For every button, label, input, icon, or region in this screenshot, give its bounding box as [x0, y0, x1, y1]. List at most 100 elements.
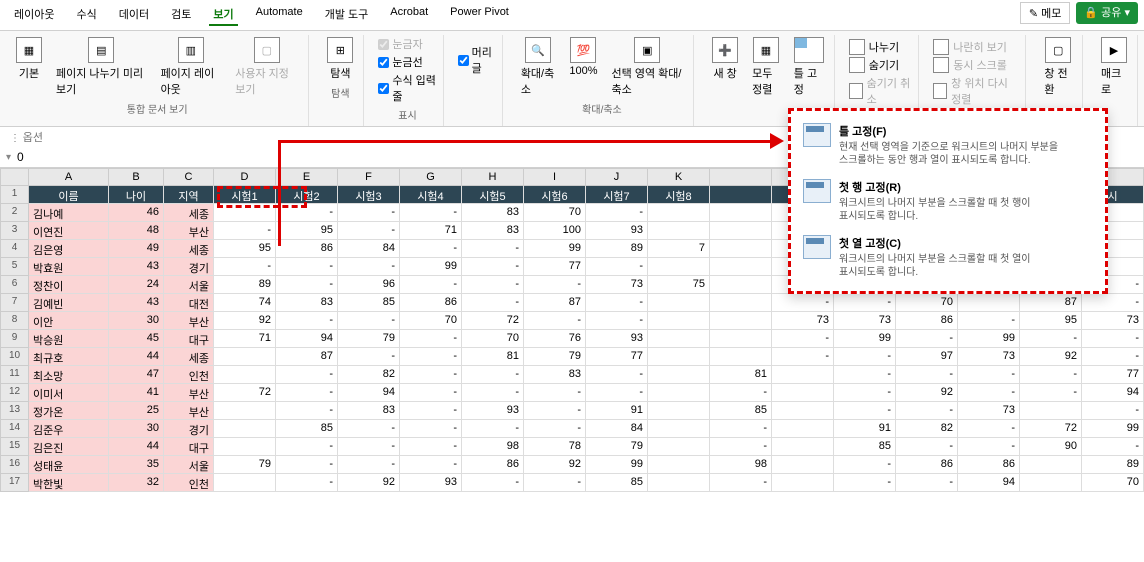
normal-view-button[interactable]: ▦기본	[12, 35, 46, 83]
table-cell[interactable]: -	[524, 384, 586, 402]
table-cell[interactable]: 박승원	[29, 330, 109, 348]
table-cell[interactable]: -	[896, 402, 958, 420]
table-cell[interactable]: -	[772, 348, 834, 366]
table-cell[interactable]: -	[462, 258, 524, 276]
table-cell[interactable]: -	[958, 366, 1020, 384]
table-cell[interactable]	[648, 204, 710, 222]
table-cell[interactable]	[214, 474, 276, 492]
table-cell[interactable]: 92	[1020, 348, 1082, 366]
row-header[interactable]: 10	[0, 348, 29, 366]
table-cell[interactable]: -	[400, 348, 462, 366]
table-cell[interactable]: -	[400, 330, 462, 348]
tab-data[interactable]: 데이터	[115, 4, 153, 26]
table-cell[interactable]	[1020, 402, 1082, 420]
table-cell[interactable]: 96	[338, 276, 400, 294]
tab-review[interactable]: 검토	[167, 4, 195, 26]
table-cell[interactable]: -	[276, 474, 338, 492]
memo-button[interactable]: ✎ 메모	[1020, 2, 1071, 24]
table-cell[interactable]: 86	[896, 456, 958, 474]
table-cell[interactable]: 85	[338, 294, 400, 312]
table-header-cell[interactable]: 나이	[109, 186, 164, 204]
table-cell[interactable]: 87	[276, 348, 338, 366]
table-cell[interactable]	[710, 348, 772, 366]
table-cell[interactable]: 97	[896, 348, 958, 366]
table-cell[interactable]: -	[338, 456, 400, 474]
table-cell[interactable]: 87	[1020, 294, 1082, 312]
table-cell[interactable]: 77	[524, 258, 586, 276]
table-cell[interactable]: -	[710, 438, 772, 456]
table-cell[interactable]: 이미서	[29, 384, 109, 402]
table-cell[interactable]: 77	[1082, 366, 1144, 384]
table-cell[interactable]: 83	[524, 366, 586, 384]
table-cell[interactable]	[772, 456, 834, 474]
table-cell[interactable]: -	[462, 240, 524, 258]
table-cell[interactable]: 86	[896, 312, 958, 330]
table-cell[interactable]: 72	[462, 312, 524, 330]
table-cell[interactable]: -	[834, 474, 896, 492]
table-cell[interactable]: 74	[214, 294, 276, 312]
table-cell[interactable]: 70	[896, 294, 958, 312]
table-header-cell[interactable]: 시험3	[338, 186, 400, 204]
table-cell[interactable]: 99	[400, 258, 462, 276]
freezepanes-button[interactable]: 틀 고정	[790, 35, 828, 99]
table-cell[interactable]: 서울	[164, 276, 214, 294]
table-cell[interactable]: 90	[1020, 438, 1082, 456]
table-cell[interactable]: 세종	[164, 240, 214, 258]
column-header[interactable]: C	[164, 168, 214, 186]
table-cell[interactable]: 24	[109, 276, 164, 294]
table-cell[interactable]: 43	[109, 258, 164, 276]
table-cell[interactable]	[772, 438, 834, 456]
table-cell[interactable]	[648, 222, 710, 240]
table-cell[interactable]: 84	[586, 420, 648, 438]
column-header[interactable]: A	[29, 168, 109, 186]
table-cell[interactable]	[648, 348, 710, 366]
table-cell[interactable]: 경기	[164, 258, 214, 276]
table-cell[interactable]: -	[772, 330, 834, 348]
table-cell[interactable]: 30	[109, 420, 164, 438]
table-cell[interactable]: 김나예	[29, 204, 109, 222]
table-cell[interactable]	[772, 420, 834, 438]
table-cell[interactable]: 95	[214, 240, 276, 258]
table-cell[interactable]	[958, 294, 1020, 312]
share-button[interactable]: 🔒 공유 ▾	[1076, 2, 1138, 24]
table-header-cell[interactable]: 시험8	[648, 186, 710, 204]
table-cell[interactable]: 대전	[164, 294, 214, 312]
table-cell[interactable]	[214, 366, 276, 384]
switchwindow-button[interactable]: ▢창 전환	[1040, 35, 1076, 99]
table-cell[interactable]: -	[834, 456, 896, 474]
table-cell[interactable]: 이안	[29, 312, 109, 330]
table-cell[interactable]	[710, 258, 772, 276]
table-cell[interactable]: 94	[338, 384, 400, 402]
tab-developer[interactable]: 개발 도구	[321, 4, 373, 26]
table-cell[interactable]: 99	[1082, 420, 1144, 438]
row-header[interactable]: 5	[0, 258, 29, 276]
macros-button[interactable]: ▶매크로	[1097, 35, 1131, 99]
table-cell[interactable]: -	[1020, 366, 1082, 384]
table-cell[interactable]: 95	[1020, 312, 1082, 330]
table-cell[interactable]: 84	[338, 240, 400, 258]
table-cell[interactable]: -	[276, 258, 338, 276]
table-cell[interactable]: 76	[524, 330, 586, 348]
table-cell[interactable]: 99	[834, 330, 896, 348]
table-cell[interactable]	[648, 384, 710, 402]
table-cell[interactable]: -	[1020, 330, 1082, 348]
table-cell[interactable]: 79	[524, 348, 586, 366]
column-header[interactable]: G	[400, 168, 462, 186]
table-cell[interactable]: -	[896, 330, 958, 348]
table-cell[interactable]	[772, 402, 834, 420]
table-cell[interactable]: 79	[338, 330, 400, 348]
table-cell[interactable]: 91	[834, 420, 896, 438]
table-cell[interactable]: -	[338, 204, 400, 222]
table-cell[interactable]: 35	[109, 456, 164, 474]
table-cell[interactable]: 정찬이	[29, 276, 109, 294]
table-cell[interactable]: 83	[462, 204, 524, 222]
table-cell[interactable]: -	[400, 366, 462, 384]
table-header-cell[interactable]: 시험6	[524, 186, 586, 204]
table-cell[interactable]: 92	[524, 456, 586, 474]
tab-formula[interactable]: 수식	[72, 4, 100, 26]
table-cell[interactable]	[1020, 456, 1082, 474]
table-cell[interactable]	[648, 474, 710, 492]
table-cell[interactable]: 부산	[164, 384, 214, 402]
split-button[interactable]: 나누기	[849, 39, 912, 55]
ruler-checkbox[interactable]: 눈금자	[378, 35, 436, 53]
